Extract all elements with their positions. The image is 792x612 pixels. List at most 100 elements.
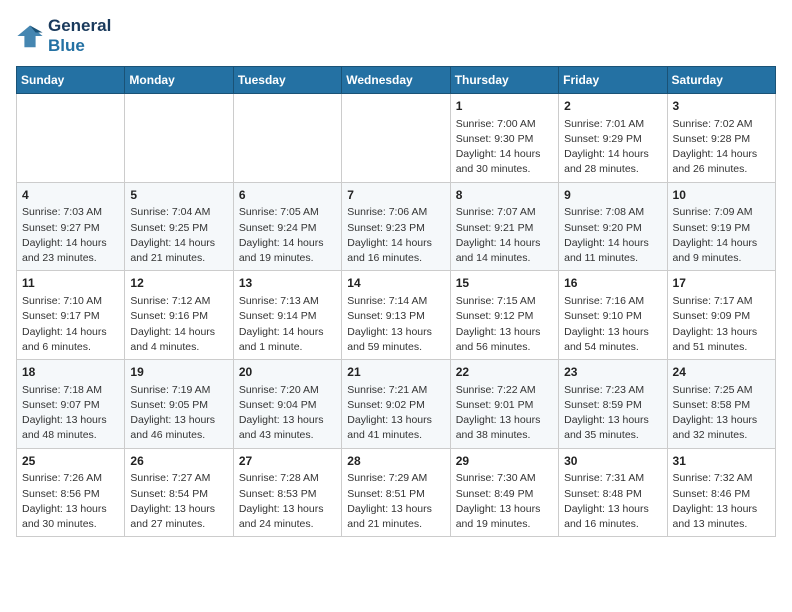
day-number: 20 xyxy=(239,364,336,381)
calendar-cell: 24 Sunrise: 7:25 AM Sunset: 8:58 PM Dayli… xyxy=(667,360,775,449)
calendar-cell: 17Sunrise: 7:17 AM Sunset: 9:09 PM Dayli… xyxy=(667,271,775,360)
calendar-cell: 2 Sunrise: 7:01 AM Sunset: 9:29 PM Daylig… xyxy=(559,94,667,183)
calendar-cell: 12 Sunrise: 7:12 AM Sunset: 9:16 PM Dayli… xyxy=(125,271,233,360)
day-number: 24 xyxy=(673,364,770,381)
day-number: 7 xyxy=(347,187,444,204)
calendar-cell: 31Sunrise: 7:32 AM Sunset: 8:46 PM Dayli… xyxy=(667,448,775,537)
page-header: General Blue xyxy=(16,16,776,56)
calendar-cell: 21 Sunrise: 7:21 AM Sunset: 9:02 PM Dayli… xyxy=(342,360,450,449)
day-number: 8 xyxy=(456,187,553,204)
day-number: 11 xyxy=(22,275,119,292)
day-number: 4 xyxy=(22,187,119,204)
day-info: Sunrise: 7:08 AM Sunset: 9:20 PM Dayligh… xyxy=(564,205,661,266)
day-number: 27 xyxy=(239,453,336,470)
day-info: Sunrise: 7:05 AM Sunset: 9:24 PM Dayligh… xyxy=(239,205,336,266)
day-info: Sunrise: 7:12 AM Sunset: 9:16 PM Dayligh… xyxy=(130,294,227,355)
day-info: Sunrise: 7:17 AM Sunset: 9:09 PM Dayligh… xyxy=(673,294,770,355)
calendar-cell: 19 Sunrise: 7:19 AM Sunset: 9:05 PM Dayli… xyxy=(125,360,233,449)
day-info: Sunrise: 7:01 AM Sunset: 9:29 PM Dayligh… xyxy=(564,117,661,178)
week-row-4: 18 Sunrise: 7:18 AM Sunset: 9:07 PM Dayli… xyxy=(17,360,776,449)
column-header-sunday: Sunday xyxy=(17,67,125,94)
day-number: 28 xyxy=(347,453,444,470)
day-info: Sunrise: 7:23 AM Sunset: 8:59 PM Dayligh… xyxy=(564,383,661,444)
day-number: 31 xyxy=(673,453,770,470)
logo-icon xyxy=(16,22,44,50)
calendar-cell: 28Sunrise: 7:29 AM Sunset: 8:51 PM Dayli… xyxy=(342,448,450,537)
calendar-cell xyxy=(233,94,341,183)
day-info: Sunrise: 7:09 AM Sunset: 9:19 PM Dayligh… xyxy=(673,205,770,266)
day-info: Sunrise: 7:22 AM Sunset: 9:01 PM Dayligh… xyxy=(456,383,553,444)
day-number: 22 xyxy=(456,364,553,381)
day-info: Sunrise: 7:16 AM Sunset: 9:10 PM Dayligh… xyxy=(564,294,661,355)
day-info: Sunrise: 7:28 AM Sunset: 8:53 PM Dayligh… xyxy=(239,471,336,532)
day-info: Sunrise: 7:25 AM Sunset: 8:58 PM Dayligh… xyxy=(673,383,770,444)
day-number: 6 xyxy=(239,187,336,204)
column-header-thursday: Thursday xyxy=(450,67,558,94)
calendar-cell: 27Sunrise: 7:28 AM Sunset: 8:53 PM Dayli… xyxy=(233,448,341,537)
week-row-1: 1Sunrise: 7:00 AM Sunset: 9:30 PM Daylig… xyxy=(17,94,776,183)
day-info: Sunrise: 7:13 AM Sunset: 9:14 PM Dayligh… xyxy=(239,294,336,355)
day-info: Sunrise: 7:32 AM Sunset: 8:46 PM Dayligh… xyxy=(673,471,770,532)
day-info: Sunrise: 7:18 AM Sunset: 9:07 PM Dayligh… xyxy=(22,383,119,444)
day-number: 15 xyxy=(456,275,553,292)
day-info: Sunrise: 7:04 AM Sunset: 9:25 PM Dayligh… xyxy=(130,205,227,266)
day-info: Sunrise: 7:02 AM Sunset: 9:28 PM Dayligh… xyxy=(673,117,770,178)
day-info: Sunrise: 7:03 AM Sunset: 9:27 PM Dayligh… xyxy=(22,205,119,266)
day-number: 25 xyxy=(22,453,119,470)
day-number: 14 xyxy=(347,275,444,292)
day-number: 5 xyxy=(130,187,227,204)
calendar-cell xyxy=(17,94,125,183)
calendar-cell: 15 Sunrise: 7:15 AM Sunset: 9:12 PM Dayli… xyxy=(450,271,558,360)
calendar-cell: 14 Sunrise: 7:14 AM Sunset: 9:13 PM Dayli… xyxy=(342,271,450,360)
day-info: Sunrise: 7:27 AM Sunset: 8:54 PM Dayligh… xyxy=(130,471,227,532)
calendar-cell: 9Sunrise: 7:08 AM Sunset: 9:20 PM Daylig… xyxy=(559,182,667,271)
calendar-cell: 25Sunrise: 7:26 AM Sunset: 8:56 PM Dayli… xyxy=(17,448,125,537)
day-info: Sunrise: 7:14 AM Sunset: 9:13 PM Dayligh… xyxy=(347,294,444,355)
day-number: 23 xyxy=(564,364,661,381)
week-row-5: 25Sunrise: 7:26 AM Sunset: 8:56 PM Dayli… xyxy=(17,448,776,537)
calendar-cell: 8Sunrise: 7:07 AM Sunset: 9:21 PM Daylig… xyxy=(450,182,558,271)
day-info: Sunrise: 7:06 AM Sunset: 9:23 PM Dayligh… xyxy=(347,205,444,266)
week-row-3: 11 Sunrise: 7:10 AM Sunset: 9:17 PM Dayli… xyxy=(17,271,776,360)
day-number: 29 xyxy=(456,453,553,470)
calendar-cell: 30Sunrise: 7:31 AM Sunset: 8:48 PM Dayli… xyxy=(559,448,667,537)
calendar-cell: 1Sunrise: 7:00 AM Sunset: 9:30 PM Daylig… xyxy=(450,94,558,183)
day-number: 21 xyxy=(347,364,444,381)
column-header-friday: Friday xyxy=(559,67,667,94)
column-header-saturday: Saturday xyxy=(667,67,775,94)
day-number: 1 xyxy=(456,98,553,115)
day-info: Sunrise: 7:10 AM Sunset: 9:17 PM Dayligh… xyxy=(22,294,119,355)
day-info: Sunrise: 7:21 AM Sunset: 9:02 PM Dayligh… xyxy=(347,383,444,444)
day-number: 18 xyxy=(22,364,119,381)
day-info: Sunrise: 7:19 AM Sunset: 9:05 PM Dayligh… xyxy=(130,383,227,444)
calendar-cell: 5Sunrise: 7:04 AM Sunset: 9:25 PM Daylig… xyxy=(125,182,233,271)
calendar-cell: 22 Sunrise: 7:22 AM Sunset: 9:01 PM Dayli… xyxy=(450,360,558,449)
day-number: 3 xyxy=(673,98,770,115)
calendar-table: SundayMondayTuesdayWednesdayThursdayFrid… xyxy=(16,66,776,537)
calendar-cell: 29Sunrise: 7:30 AM Sunset: 8:49 PM Dayli… xyxy=(450,448,558,537)
column-header-tuesday: Tuesday xyxy=(233,67,341,94)
day-number: 12 xyxy=(130,275,227,292)
calendar-cell: 6Sunrise: 7:05 AM Sunset: 9:24 PM Daylig… xyxy=(233,182,341,271)
day-info: Sunrise: 7:29 AM Sunset: 8:51 PM Dayligh… xyxy=(347,471,444,532)
calendar-cell: 10Sunrise: 7:09 AM Sunset: 9:19 PM Dayli… xyxy=(667,182,775,271)
calendar-cell: 7Sunrise: 7:06 AM Sunset: 9:23 PM Daylig… xyxy=(342,182,450,271)
day-number: 13 xyxy=(239,275,336,292)
calendar-header-row: SundayMondayTuesdayWednesdayThursdayFrid… xyxy=(17,67,776,94)
logo-text: General Blue xyxy=(48,16,111,56)
calendar-cell: 11 Sunrise: 7:10 AM Sunset: 9:17 PM Dayli… xyxy=(17,271,125,360)
calendar-cell xyxy=(125,94,233,183)
week-row-2: 4Sunrise: 7:03 AM Sunset: 9:27 PM Daylig… xyxy=(17,182,776,271)
calendar-cell: 4Sunrise: 7:03 AM Sunset: 9:27 PM Daylig… xyxy=(17,182,125,271)
calendar-cell: 23 Sunrise: 7:23 AM Sunset: 8:59 PM Dayli… xyxy=(559,360,667,449)
calendar-body: 1Sunrise: 7:00 AM Sunset: 9:30 PM Daylig… xyxy=(17,94,776,537)
calendar-cell: 20Sunrise: 7:20 AM Sunset: 9:04 PM Dayli… xyxy=(233,360,341,449)
day-number: 19 xyxy=(130,364,227,381)
day-number: 2 xyxy=(564,98,661,115)
calendar-cell: 13 Sunrise: 7:13 AM Sunset: 9:14 PM Dayli… xyxy=(233,271,341,360)
day-number: 10 xyxy=(673,187,770,204)
day-info: Sunrise: 7:30 AM Sunset: 8:49 PM Dayligh… xyxy=(456,471,553,532)
calendar-cell: 3 Sunrise: 7:02 AM Sunset: 9:28 PM Daylig… xyxy=(667,94,775,183)
column-header-monday: Monday xyxy=(125,67,233,94)
day-info: Sunrise: 7:15 AM Sunset: 9:12 PM Dayligh… xyxy=(456,294,553,355)
